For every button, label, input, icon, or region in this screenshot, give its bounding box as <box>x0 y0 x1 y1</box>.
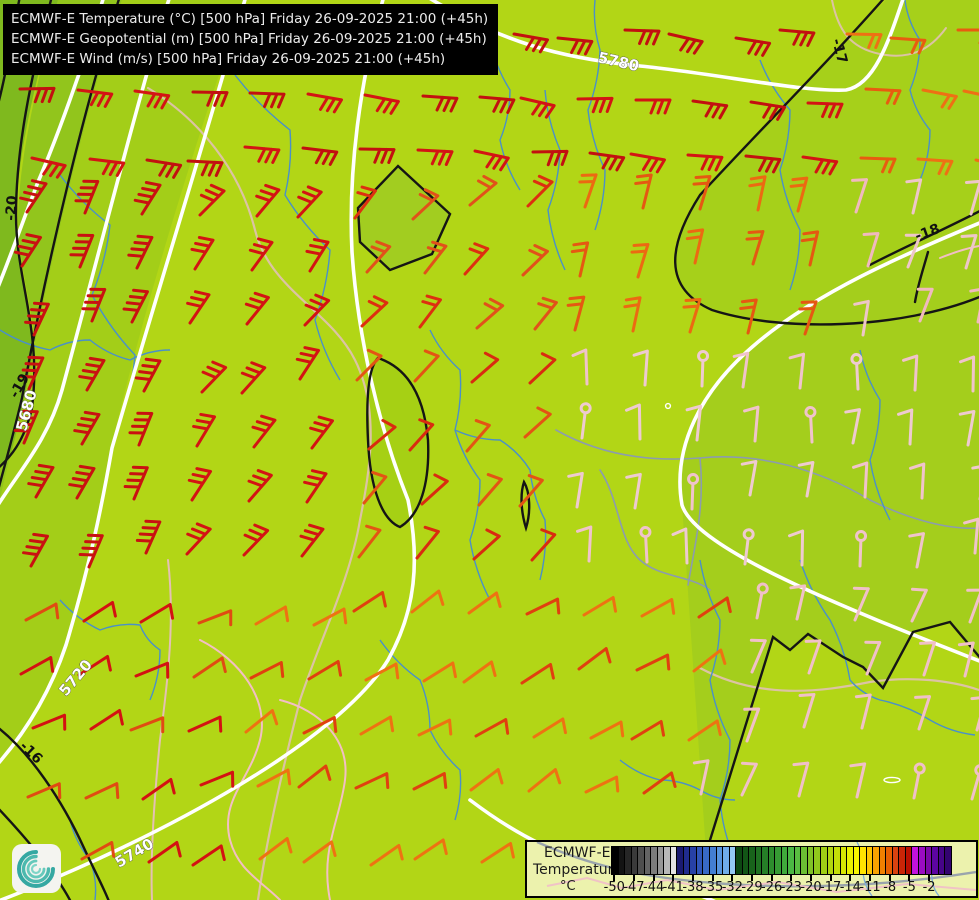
legend-unit-label: °C <box>560 879 576 894</box>
title-line-temperature: ECMWF-E Temperature (°C) [500 hPa] Frida… <box>11 11 489 27</box>
title-block: ECMWF-E Temperature (°C) [500 hPa] Frida… <box>3 4 499 75</box>
legend-parameter-label: Temperature <box>533 862 622 878</box>
storm-spiral-logo <box>12 844 61 893</box>
legend-product-label: ECMWF-E <box>544 845 611 861</box>
temperature-shading <box>0 0 979 900</box>
temperature-legend: ECMWF-E Temperature °C -50 -47 -44 -41 -38 -3… <box>525 840 978 898</box>
legend-tick-label: -2 <box>922 880 936 895</box>
weather-map-screenshot: 5780 5680 5720 5740 -17 -18 -20 -19 -16 ECMWF-E … <box>0 0 979 900</box>
legend-colorbar <box>611 846 952 875</box>
title-line-wind: ECMWF-E Wind (m/s) [500 hPa] Friday 26-0… <box>11 51 446 67</box>
weather-map: 5780568057205740-17-18-20-19-16 <box>0 0 979 900</box>
title-line-geopotential: ECMWF-E Geopotential (m) [500 hPa] Frida… <box>11 31 487 47</box>
legend-color-cell <box>945 846 952 875</box>
legend-color-cell <box>611 846 619 875</box>
temperature-contour-label: -20 <box>3 195 21 222</box>
